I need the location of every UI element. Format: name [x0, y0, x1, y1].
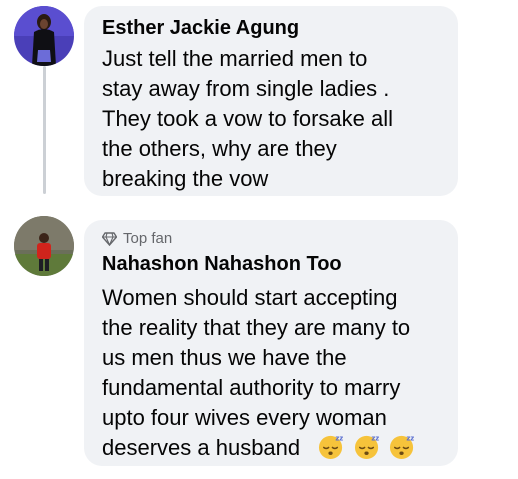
comment-line: us men thus we have the — [102, 345, 347, 370]
comment-author[interactable]: Nahashon Nahashon Too — [102, 252, 342, 276]
profile-photo-icon — [14, 6, 74, 66]
comment-line: the others, why are they — [102, 136, 337, 161]
sleeping-face-icon: zz — [319, 435, 344, 460]
profile-photo-icon — [14, 216, 74, 276]
sleeping-face-icon: zz — [389, 435, 414, 460]
comment-line: breaking the vow — [102, 166, 269, 191]
comment-line: stay away from single ladies . — [102, 76, 390, 101]
comment-line: They took a vow to forsake all — [102, 106, 394, 131]
comment-line: the reality that they are many to — [102, 315, 411, 340]
diamond-icon — [102, 232, 117, 246]
avatar[interactable] — [14, 216, 74, 276]
avatar[interactable] — [14, 6, 74, 66]
comment-line-with-emoji: deserves a husband zz zz zz — [102, 433, 418, 463]
svg-text:zz: zz — [336, 435, 344, 443]
top-fan-badge: Top fan — [102, 230, 172, 248]
comment-line: deserves a husband — [102, 435, 301, 460]
comment-line: fundamental authority to marry — [102, 375, 401, 400]
svg-text:zz: zz — [371, 435, 379, 443]
reply-thread-line — [43, 66, 46, 194]
comment-line: Just tell the married men to — [102, 46, 368, 71]
comment-author[interactable]: Esther Jackie Agung — [102, 16, 299, 40]
sleeping-face-icon: zz — [354, 435, 379, 460]
comment-line: upto four wives every woman — [102, 405, 387, 430]
svg-text:zz: zz — [406, 435, 414, 443]
badge-label: Top fan — [123, 230, 173, 247]
comment-line: Women should start accepting — [102, 285, 398, 310]
